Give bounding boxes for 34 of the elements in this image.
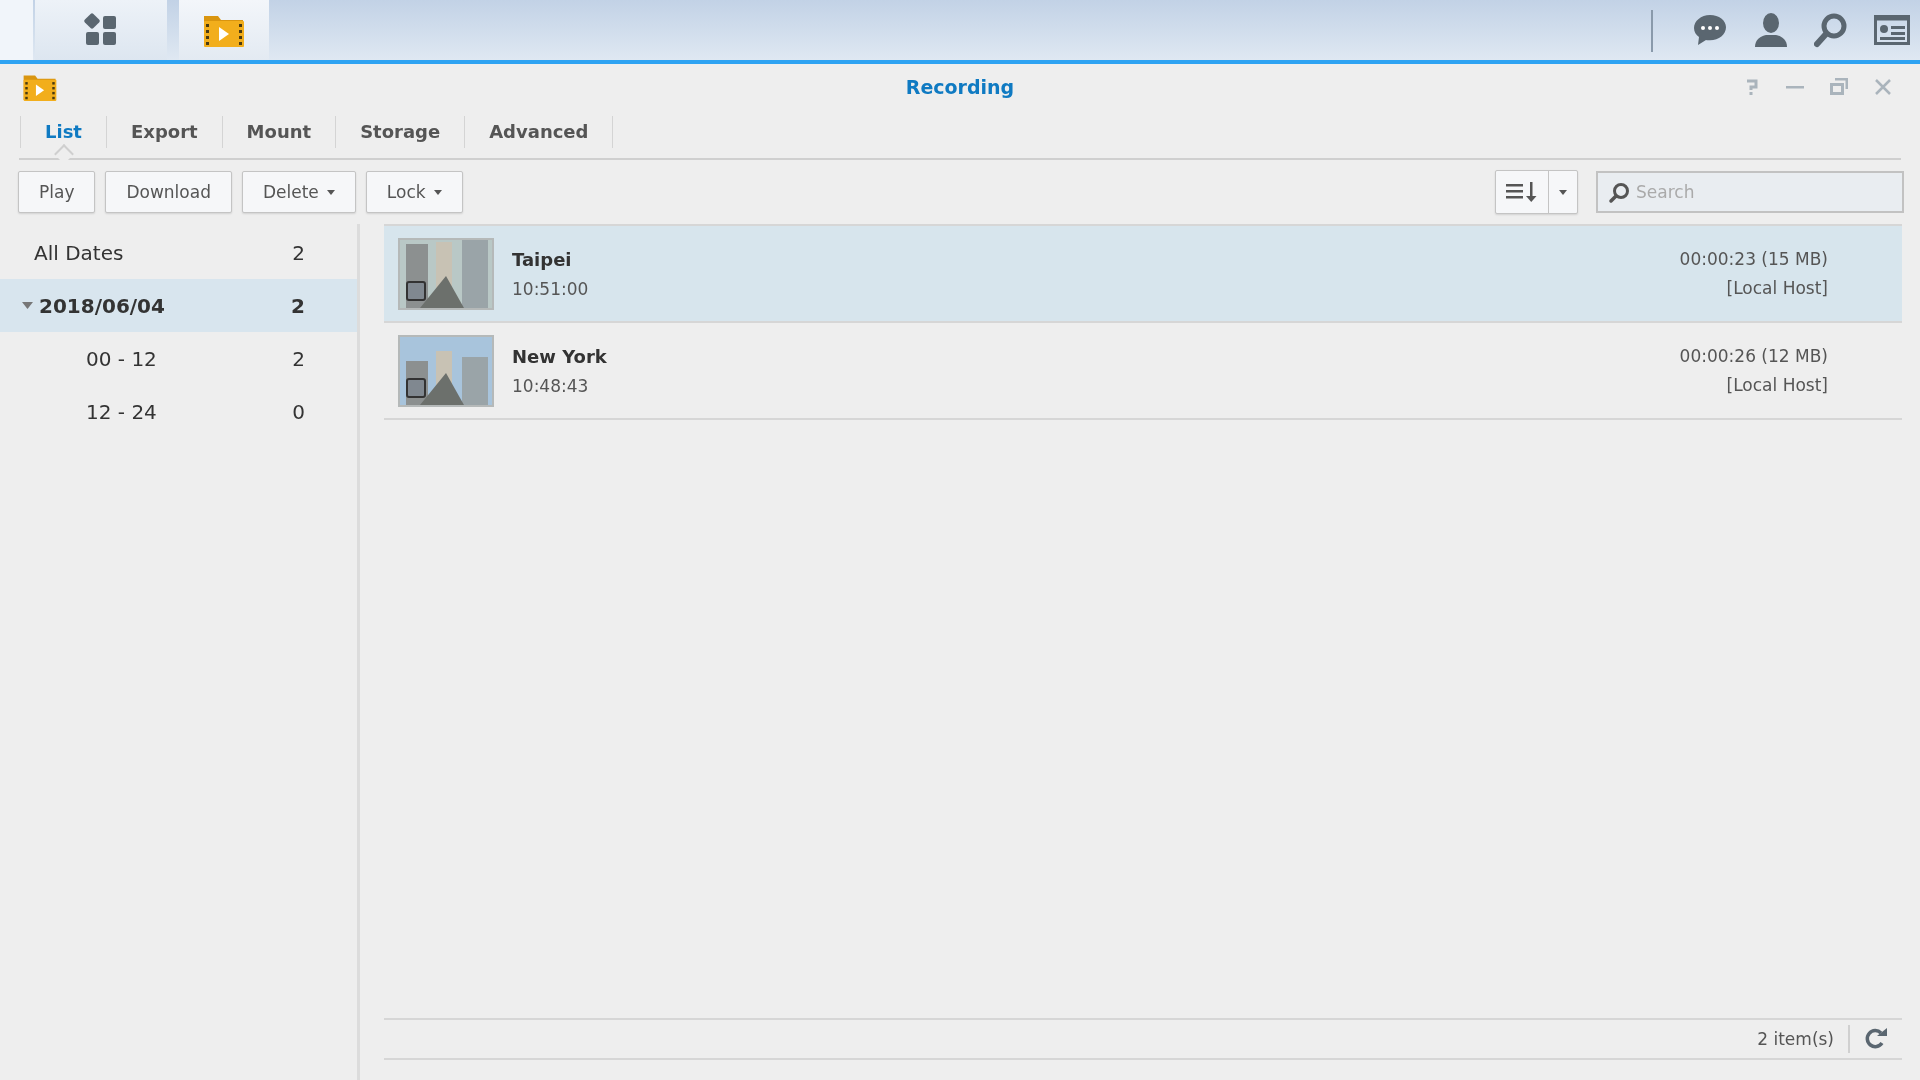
tab[interactable]: List [20,116,106,148]
dropdown-button[interactable]: Delete [241,171,356,213]
tab[interactable]: Advanced [464,116,614,148]
duration-size: 00:00:23 (15 MB) [1679,249,1828,269]
tree-item[interactable]: 2018/06/04 2 [0,279,357,332]
toolbar-button[interactable]: Download [105,171,232,213]
dropdown-button[interactable]: Lock [365,171,463,213]
tree-item[interactable]: All Dates 2 [0,226,357,279]
collapse-arrow-icon[interactable] [22,302,33,309]
caret-icon [1559,189,1567,195]
toolbar-button[interactable]: Play [18,171,96,213]
duration-size: 00:00:26 (12 MB) [1679,346,1828,366]
camera-name: Taipei [512,248,573,270]
item-count: 2 item(s) [1757,1025,1850,1053]
tree-item[interactable]: 00 - 12 2 [0,332,357,385]
recording-row[interactable]: New York 10:48:43 00:00:26 (12 MB) [Local Host] [384,323,1902,420]
recording-time: 10:48:43 [512,375,590,396]
host-name: [Local Host] [1726,278,1828,298]
tab[interactable]: Storage [335,116,465,148]
tab[interactable]: Mount [221,116,336,148]
host-name: [Local Host] [1726,375,1828,395]
camera-name: New York [512,345,608,367]
window-title: Recording [905,76,1015,98]
recording-time: 10:51:00 [512,278,590,299]
tab[interactable]: Export [105,116,222,148]
grid-icon [84,13,118,47]
square-icon [406,377,426,398]
recording-row[interactable]: Taipei 10:51:00 00:00:23 (15 MB) [Local Host] [384,226,1902,323]
tree-item[interactable]: 12 - 24 0 [0,385,357,438]
search-field[interactable]: Search [1596,171,1904,213]
taskbar-strip [0,0,33,60]
square-icon [406,280,426,301]
sort-icon [1506,181,1538,203]
refresh-icon [1864,1028,1888,1050]
